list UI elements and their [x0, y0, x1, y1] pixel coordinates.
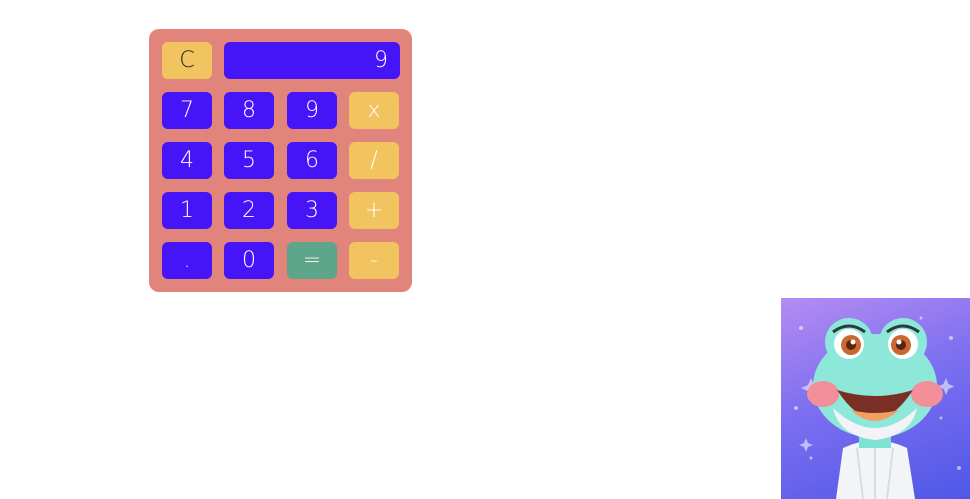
digit-4-button[interactable]: 4: [162, 142, 212, 179]
subtract-button[interactable]: -: [349, 242, 399, 279]
divide-button[interactable]: /: [349, 142, 399, 179]
multiply-button[interactable]: x: [349, 92, 399, 129]
frog-character-avatar-icon: [781, 298, 970, 499]
frog-character-illustration: [794, 316, 961, 499]
add-button[interactable]: +: [349, 192, 399, 229]
decimal-button[interactable]: .: [162, 242, 212, 279]
digit-3-button[interactable]: 3: [287, 192, 337, 229]
equals-button[interactable]: =: [287, 242, 337, 279]
digit-7-button[interactable]: 7: [162, 92, 212, 129]
digit-0-button[interactable]: 0: [224, 242, 274, 279]
page: C 9 7 8 9 x 4 5 6 / 1 2 3 + . 0 = -: [0, 0, 970, 499]
digit-2-button[interactable]: 2: [224, 192, 274, 229]
clear-button[interactable]: C: [162, 42, 212, 79]
digit-6-button[interactable]: 6: [287, 142, 337, 179]
digit-1-button[interactable]: 1: [162, 192, 212, 229]
digit-9-button[interactable]: 9: [287, 92, 337, 129]
digit-5-button[interactable]: 5: [224, 142, 274, 179]
calculator-display: 9: [224, 42, 400, 79]
calculator: C 9 7 8 9 x 4 5 6 / 1 2 3 + . 0 = -: [149, 29, 412, 292]
digit-8-button[interactable]: 8: [224, 92, 274, 129]
